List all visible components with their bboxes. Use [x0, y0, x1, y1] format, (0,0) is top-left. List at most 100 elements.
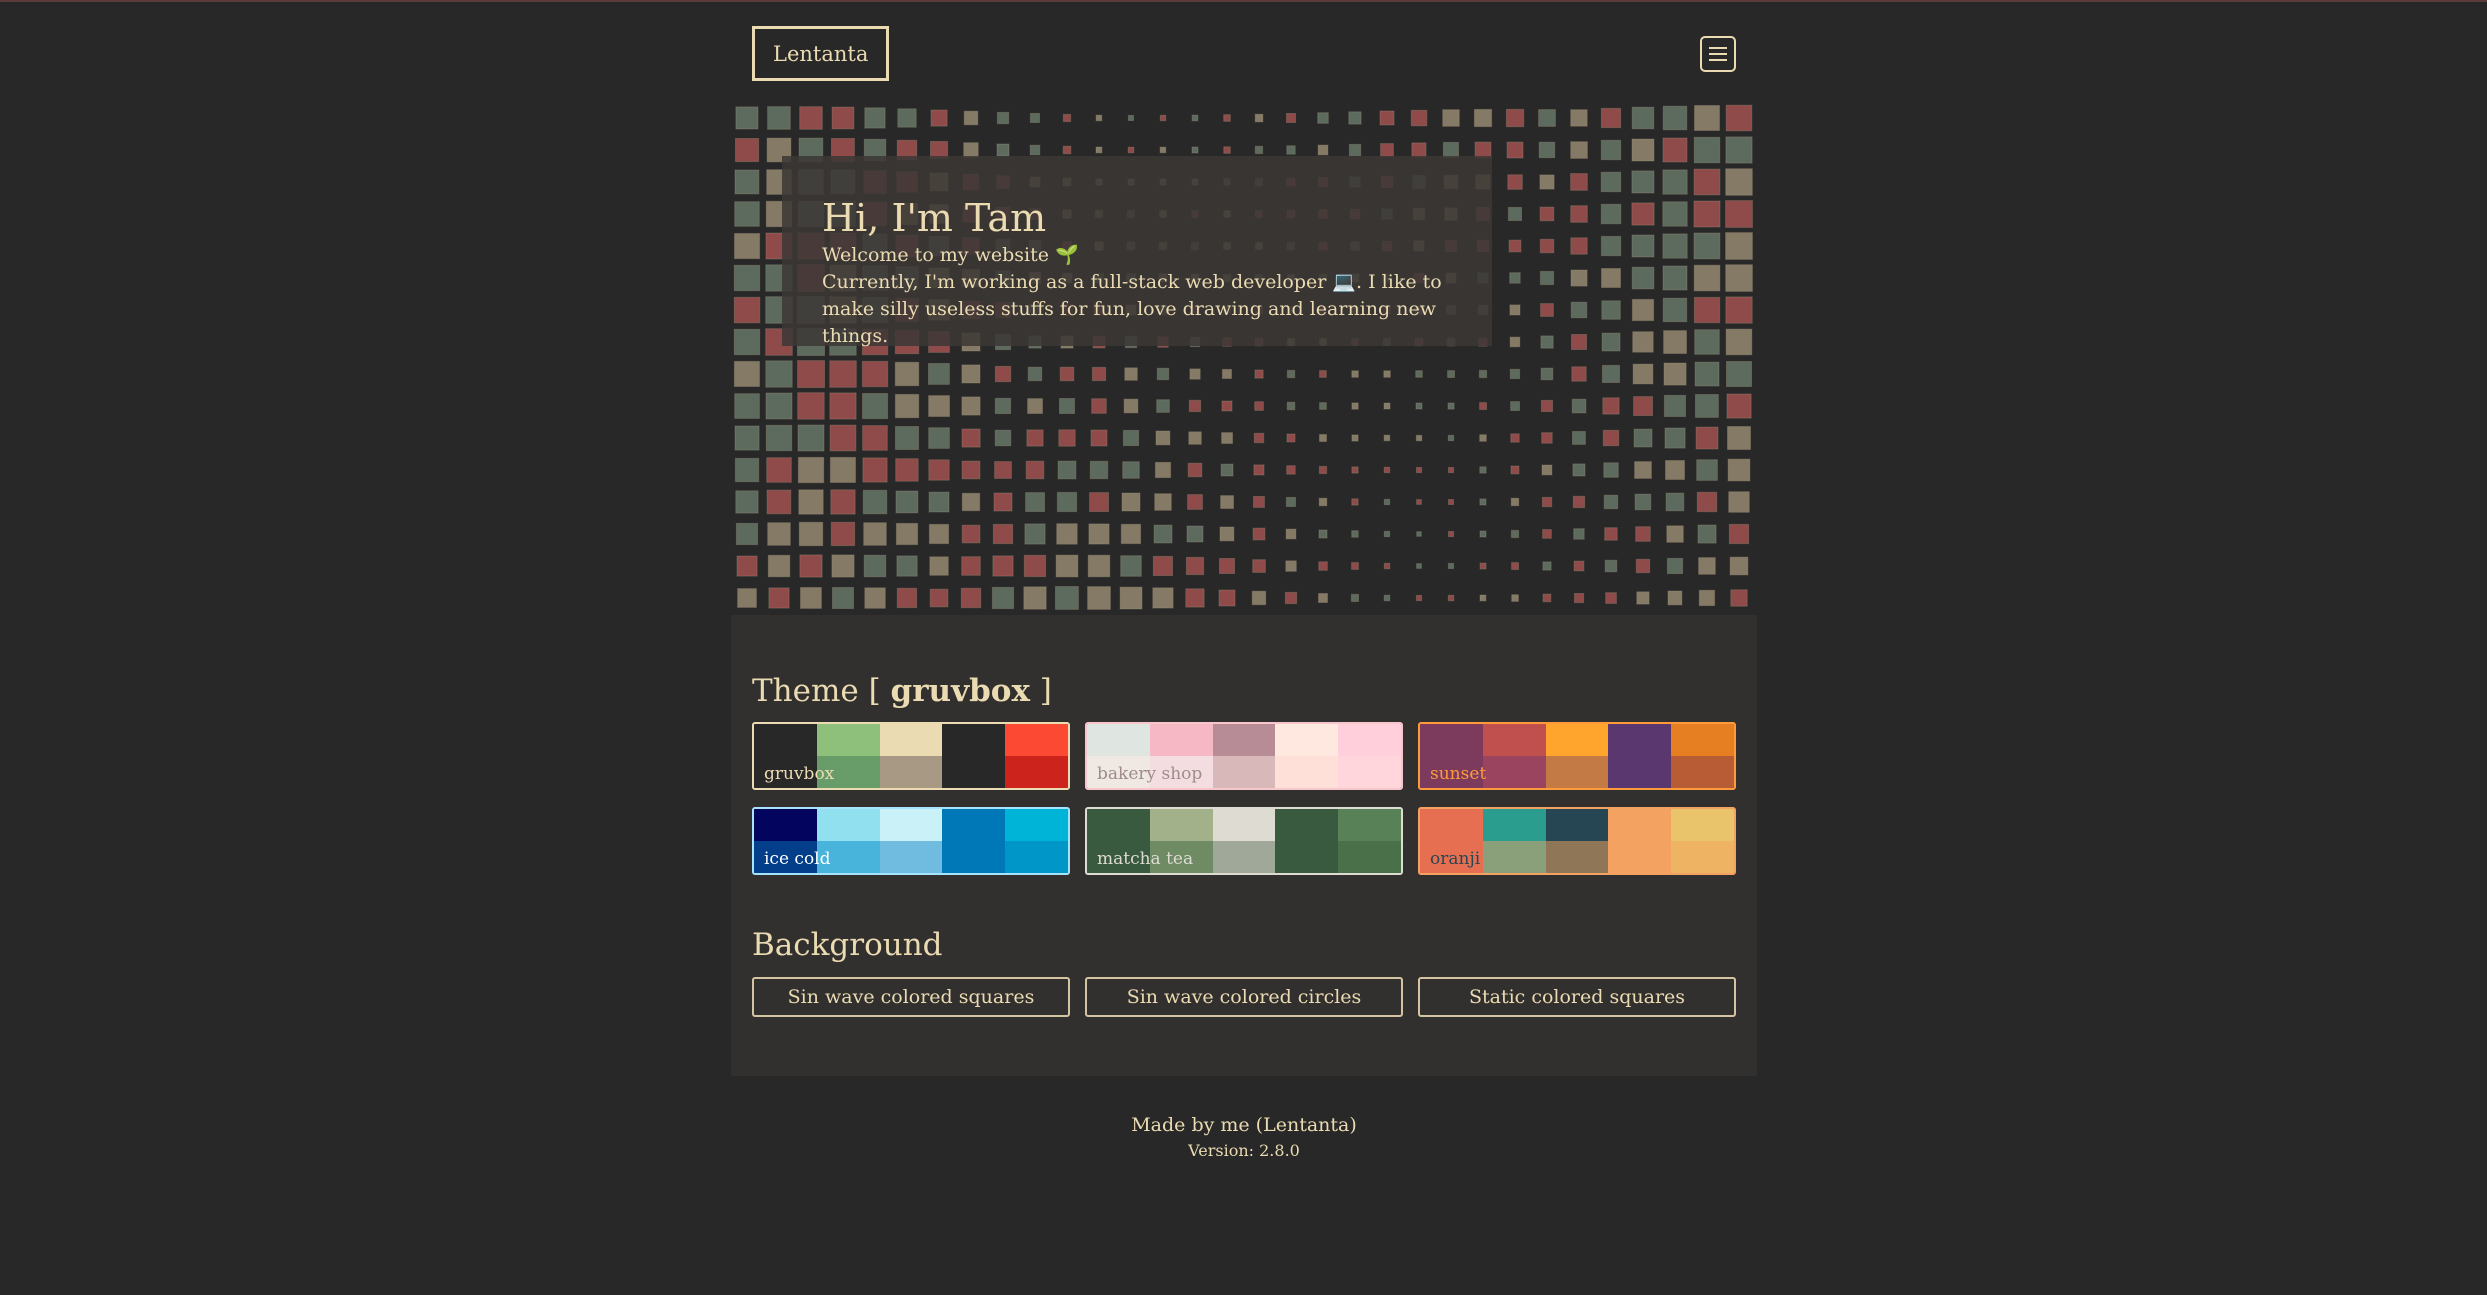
background-square	[1254, 401, 1264, 411]
background-square	[1725, 168, 1753, 196]
background-square	[735, 106, 759, 130]
background-square	[863, 522, 887, 546]
theme-swatch-matcha-tea[interactable]: matcha tea	[1085, 807, 1403, 875]
background-square	[1285, 560, 1297, 572]
swatch-color-column	[879, 724, 943, 788]
background-square	[1383, 434, 1391, 442]
background-square	[895, 490, 919, 514]
theme-swatch-gruvbox[interactable]: gruvbox	[752, 722, 1070, 790]
swatch-color-column	[1005, 809, 1068, 873]
background-square	[1666, 525, 1684, 543]
background-square	[1725, 200, 1753, 228]
swatch-color	[942, 841, 1006, 873]
background-square	[1600, 139, 1622, 161]
background-square	[733, 328, 761, 356]
theme-swatch-oranji[interactable]: oranji	[1418, 807, 1736, 875]
swatch-color	[942, 809, 1006, 841]
background-square	[1415, 402, 1423, 410]
background-square	[734, 201, 760, 227]
background-square	[1666, 557, 1684, 575]
hero-title: Hi, I'm Tam	[822, 196, 1047, 240]
theme-swatch-label: bakery shop	[1097, 764, 1203, 784]
bg-option-sin-circles-button[interactable]: Sin wave colored circles	[1085, 977, 1403, 1017]
bg-option-sin-squares-button[interactable]: Sin wave colored squares	[752, 977, 1070, 1017]
hamburger-menu-icon[interactable]	[1700, 36, 1736, 72]
swatch-color-column	[1212, 809, 1276, 873]
theme-swatch-ice-cold[interactable]: ice cold	[752, 807, 1070, 875]
background-square	[961, 364, 981, 384]
background-square	[1662, 265, 1688, 291]
background-square	[1539, 174, 1555, 190]
background-square	[1120, 523, 1142, 545]
background-square	[1416, 499, 1422, 505]
swatch-color	[1671, 724, 1734, 756]
background-square	[1631, 234, 1655, 258]
swatch-color	[1420, 809, 1483, 841]
swatch-color	[879, 841, 943, 873]
swatch-color	[1275, 724, 1339, 756]
background-square	[1600, 203, 1622, 225]
background-square	[1725, 296, 1753, 324]
swatch-color-column	[879, 809, 943, 873]
background-square	[1631, 170, 1655, 194]
background-square	[734, 457, 760, 483]
background-square	[1383, 402, 1391, 410]
background-square	[1189, 368, 1201, 380]
theme-swatch-bakery-shop[interactable]: bakery shop	[1085, 722, 1403, 790]
background-square	[1539, 270, 1555, 286]
background-square	[733, 264, 761, 292]
bg-option-static-squares-button[interactable]: Static colored squares	[1418, 977, 1736, 1017]
background-square	[861, 360, 889, 388]
background-square	[1540, 367, 1554, 381]
background-square	[1693, 200, 1721, 228]
background-square	[1026, 429, 1044, 447]
swatch-color-column	[1212, 724, 1276, 788]
background-square	[1730, 589, 1748, 607]
background-square	[1416, 563, 1422, 569]
swatch-color	[816, 724, 880, 756]
background-square	[1188, 399, 1202, 413]
background-square	[992, 555, 1014, 577]
background-square	[768, 587, 790, 609]
background-square	[1127, 114, 1134, 121]
background-square	[1187, 462, 1203, 478]
background-square	[1351, 402, 1359, 410]
background-square	[1152, 555, 1173, 576]
background-square	[1447, 402, 1455, 410]
background-square	[797, 456, 825, 484]
background-square	[1631, 202, 1655, 226]
theme-swatch-sunset[interactable]: sunset	[1418, 722, 1736, 790]
background-square	[1252, 559, 1266, 573]
site-logo[interactable]: Lentanta	[752, 26, 890, 81]
background-square	[1693, 168, 1721, 196]
background-square	[1218, 589, 1236, 607]
background-square	[1696, 491, 1718, 513]
theme-swatch-label: oranji	[1430, 849, 1481, 869]
background-square	[1631, 138, 1655, 162]
background-square	[1059, 398, 1075, 414]
background-square	[1027, 398, 1044, 415]
background-square	[799, 106, 823, 130]
background-square	[1573, 560, 1585, 572]
background-square	[733, 296, 761, 324]
background-square	[1695, 426, 1719, 450]
background-square	[1318, 497, 1328, 507]
background-square	[1571, 398, 1587, 414]
background-square	[1725, 328, 1753, 356]
background-square	[1159, 146, 1167, 154]
background-square	[1059, 366, 1075, 382]
theme-swatch-label: sunset	[1430, 764, 1487, 784]
background-square	[1088, 523, 1110, 545]
background-square	[1633, 428, 1653, 448]
swatch-color	[1087, 809, 1150, 841]
background-square	[1698, 589, 1716, 607]
background-square	[767, 522, 791, 546]
background-square	[1510, 529, 1520, 539]
background-square	[831, 106, 855, 130]
menu-line	[1709, 53, 1727, 55]
background-square	[1633, 396, 1653, 417]
background-square	[1479, 402, 1487, 411]
swatch-color	[1338, 841, 1401, 873]
background-square	[1027, 366, 1043, 382]
background-square	[1572, 495, 1586, 509]
